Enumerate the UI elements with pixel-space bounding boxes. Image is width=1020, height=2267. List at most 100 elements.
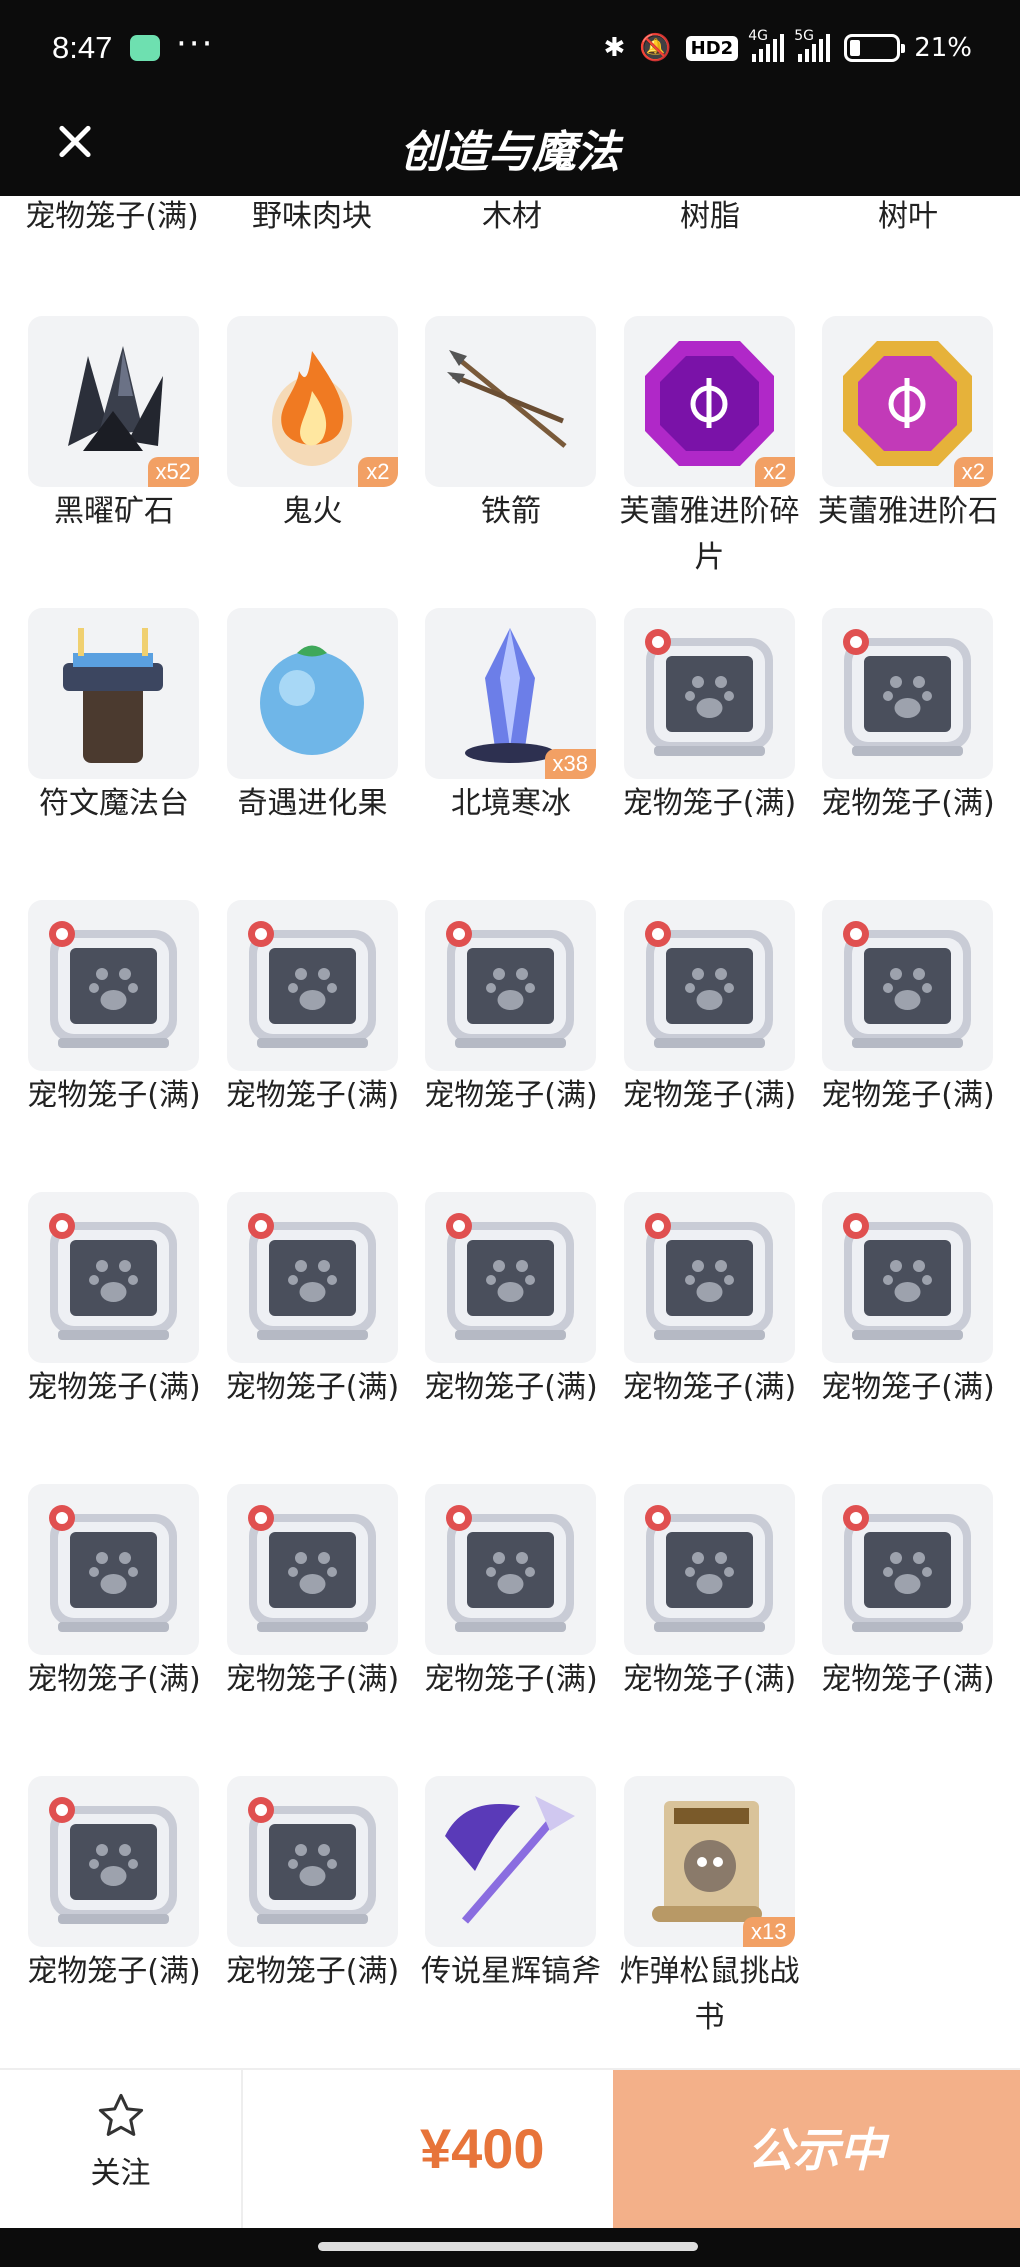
page-title: 创造与魔法: [400, 127, 620, 178]
item-thumbnail: [226, 1776, 398, 1947]
item-name: 宠物笼子(满): [821, 1370, 995, 1405]
item-name: 炸弹松鼠挑战书: [619, 1954, 800, 2035]
item-card[interactable]: 宠物笼子(满): [821, 1192, 995, 1411]
signal-4g-icon: 4G: [748, 28, 785, 62]
item-name: 北境寒冰: [451, 786, 571, 821]
item-name: 宠物笼子(满): [622, 1370, 797, 1405]
item-card[interactable]: 宠物笼子(满): [623, 1484, 796, 1703]
item-thumbnail: [623, 1484, 795, 1655]
price: ¥400: [420, 2117, 545, 2180]
item-thumbnail: [425, 1484, 596, 1655]
item-list[interactable]: 宠物笼子(满) 野味肉块 木材 树脂 树叶 x52 黑曜矿石 x2 鬼火 铁箭 x2 芙蕾雅进阶碎片…: [0, 196, 1020, 2068]
item-name: 奇遇进化果: [237, 786, 388, 821]
item-thumbnail: x38: [425, 608, 596, 779]
home-indicator[interactable]: [318, 2242, 698, 2251]
pet-cage-icon: [425, 1213, 596, 1363]
item-thumbnail: [822, 900, 993, 1071]
count-badge: x13: [743, 1917, 795, 1947]
item-card[interactable]: 符文魔法台: [28, 608, 199, 827]
item-card[interactable]: x13 炸弹松鼠挑战书: [620, 1776, 800, 2041]
item-name: 野味肉块: [252, 199, 372, 234]
item-name: 传说星辉镐斧: [421, 1954, 601, 1989]
item-card[interactable]: x2 芙蕾雅进阶碎片: [620, 316, 800, 581]
item-card[interactable]: 宠物笼子(满): [623, 608, 796, 827]
item-name: 宠物笼子(满): [622, 1662, 797, 1697]
iron-arrow-icon: [425, 350, 596, 487]
item-card[interactable]: 宠物笼子(满): [424, 1192, 598, 1411]
pet-cage-icon: [425, 921, 596, 1071]
item-thumbnail: [425, 1776, 596, 1947]
item-name: 宠物笼子(满): [622, 786, 797, 821]
item-name: 宠物笼子(满): [27, 1370, 201, 1405]
item-name: 芙蕾雅进阶石: [818, 494, 998, 529]
item-thumbnail: [28, 608, 199, 779]
item-name: 宠物笼子(满): [424, 1370, 598, 1405]
item-thumbnail: x13: [623, 1776, 795, 1947]
follow-button[interactable]: 关注: [0, 2070, 243, 2230]
item-card[interactable]: 宠物笼子(满): [27, 900, 201, 1119]
item-name: 宠物笼子(满): [622, 1078, 797, 1113]
item-card[interactable]: 奇遇进化果: [226, 608, 398, 827]
item-card[interactable]: 宠物笼子(满): [226, 900, 399, 1119]
count-badge: x52: [147, 457, 199, 487]
item-thumbnail: [623, 900, 795, 1071]
evolution-fruit-icon: [227, 645, 398, 779]
star-icon: [98, 2093, 143, 2136]
item-card[interactable]: 宠物笼子(满): [623, 900, 796, 1119]
count-badge: x2: [358, 457, 398, 487]
item-thumbnail: [28, 1776, 199, 1947]
pet-cage-icon: [227, 1797, 398, 1947]
item-card[interactable]: 宠物笼子(满): [226, 1484, 399, 1703]
signal-5g-icon: 5G: [794, 28, 831, 62]
item-name: 树叶: [878, 199, 938, 234]
item-card[interactable]: x2 鬼火: [226, 316, 398, 535]
clock: 8:47: [52, 30, 113, 65]
item-name: 宠物笼子(满): [25, 199, 199, 234]
item-thumbnail: [28, 1484, 199, 1655]
status-bar: 8:47 ··· ✱ 🔕 HD2 4G 5G 21%: [0, 0, 1020, 100]
item-card[interactable]: 宠物笼子(满): [821, 900, 995, 1119]
item-card[interactable]: 宠物笼子(满): [623, 1192, 796, 1411]
item-card[interactable]: 宠物笼子(满): [821, 608, 995, 827]
count-badge: x2: [755, 457, 795, 487]
pet-cage-icon: [227, 1213, 398, 1363]
item-name: 符文魔法台: [39, 786, 189, 821]
item-card[interactable]: x2 芙蕾雅进阶石: [818, 316, 998, 535]
follow-label: 关注: [90, 2156, 151, 2191]
item-card[interactable]: x52 黑曜矿石: [28, 316, 199, 535]
item-card[interactable]: 宠物笼子(满): [27, 1192, 201, 1411]
item-card[interactable]: 宠物笼子(满): [226, 1776, 399, 1995]
item-name: 宠物笼子(满): [821, 786, 995, 821]
mute-bell-icon: 🔕: [639, 33, 672, 63]
item-card[interactable]: 宠物笼子(满): [27, 1484, 201, 1703]
item-card[interactable]: 铁箭: [425, 316, 596, 535]
item-card[interactable]: 传说星辉镐斧: [421, 1776, 601, 1995]
item-card[interactable]: 宠物笼子(满): [821, 1484, 995, 1703]
pet-cage-icon: [227, 1505, 398, 1655]
item-thumbnail: [226, 608, 398, 779]
item-name: 鬼火: [282, 494, 343, 529]
item-name: 宠物笼子(满): [225, 1662, 400, 1697]
pet-cage-icon: [822, 629, 993, 779]
item-card[interactable]: 宠物笼子(满): [226, 1192, 399, 1411]
system-nav-bar: [0, 2228, 1020, 2267]
item-card[interactable]: 宠物笼子(满): [424, 900, 598, 1119]
item-thumbnail: [425, 900, 596, 1071]
item-card[interactable]: 宠物笼子(满): [27, 1776, 201, 1995]
item-name: 宠物笼子(满): [225, 1954, 400, 1989]
item-thumbnail: [226, 900, 398, 1071]
item-name: 木材: [482, 199, 542, 234]
item-name: 宠物笼子(满): [821, 1662, 995, 1697]
item-name: 铁箭: [481, 494, 541, 529]
item-thumbnail: [425, 1192, 596, 1363]
item-thumbnail: [226, 1192, 398, 1363]
pet-cage-icon: [227, 921, 398, 1071]
item-thumbnail: [822, 608, 993, 779]
item-card[interactable]: x38 北境寒冰: [425, 608, 596, 827]
status-action-button[interactable]: 公示中: [613, 2070, 1020, 2230]
status-icons: ✱ 🔕 HD2 4G 5G 21%: [604, 28, 973, 68]
item-card[interactable]: 宠物笼子(满): [424, 1484, 598, 1703]
item-name: 黑曜矿石: [54, 494, 174, 529]
item-thumbnail: [28, 900, 199, 1071]
pet-cage-icon: [624, 1213, 795, 1363]
